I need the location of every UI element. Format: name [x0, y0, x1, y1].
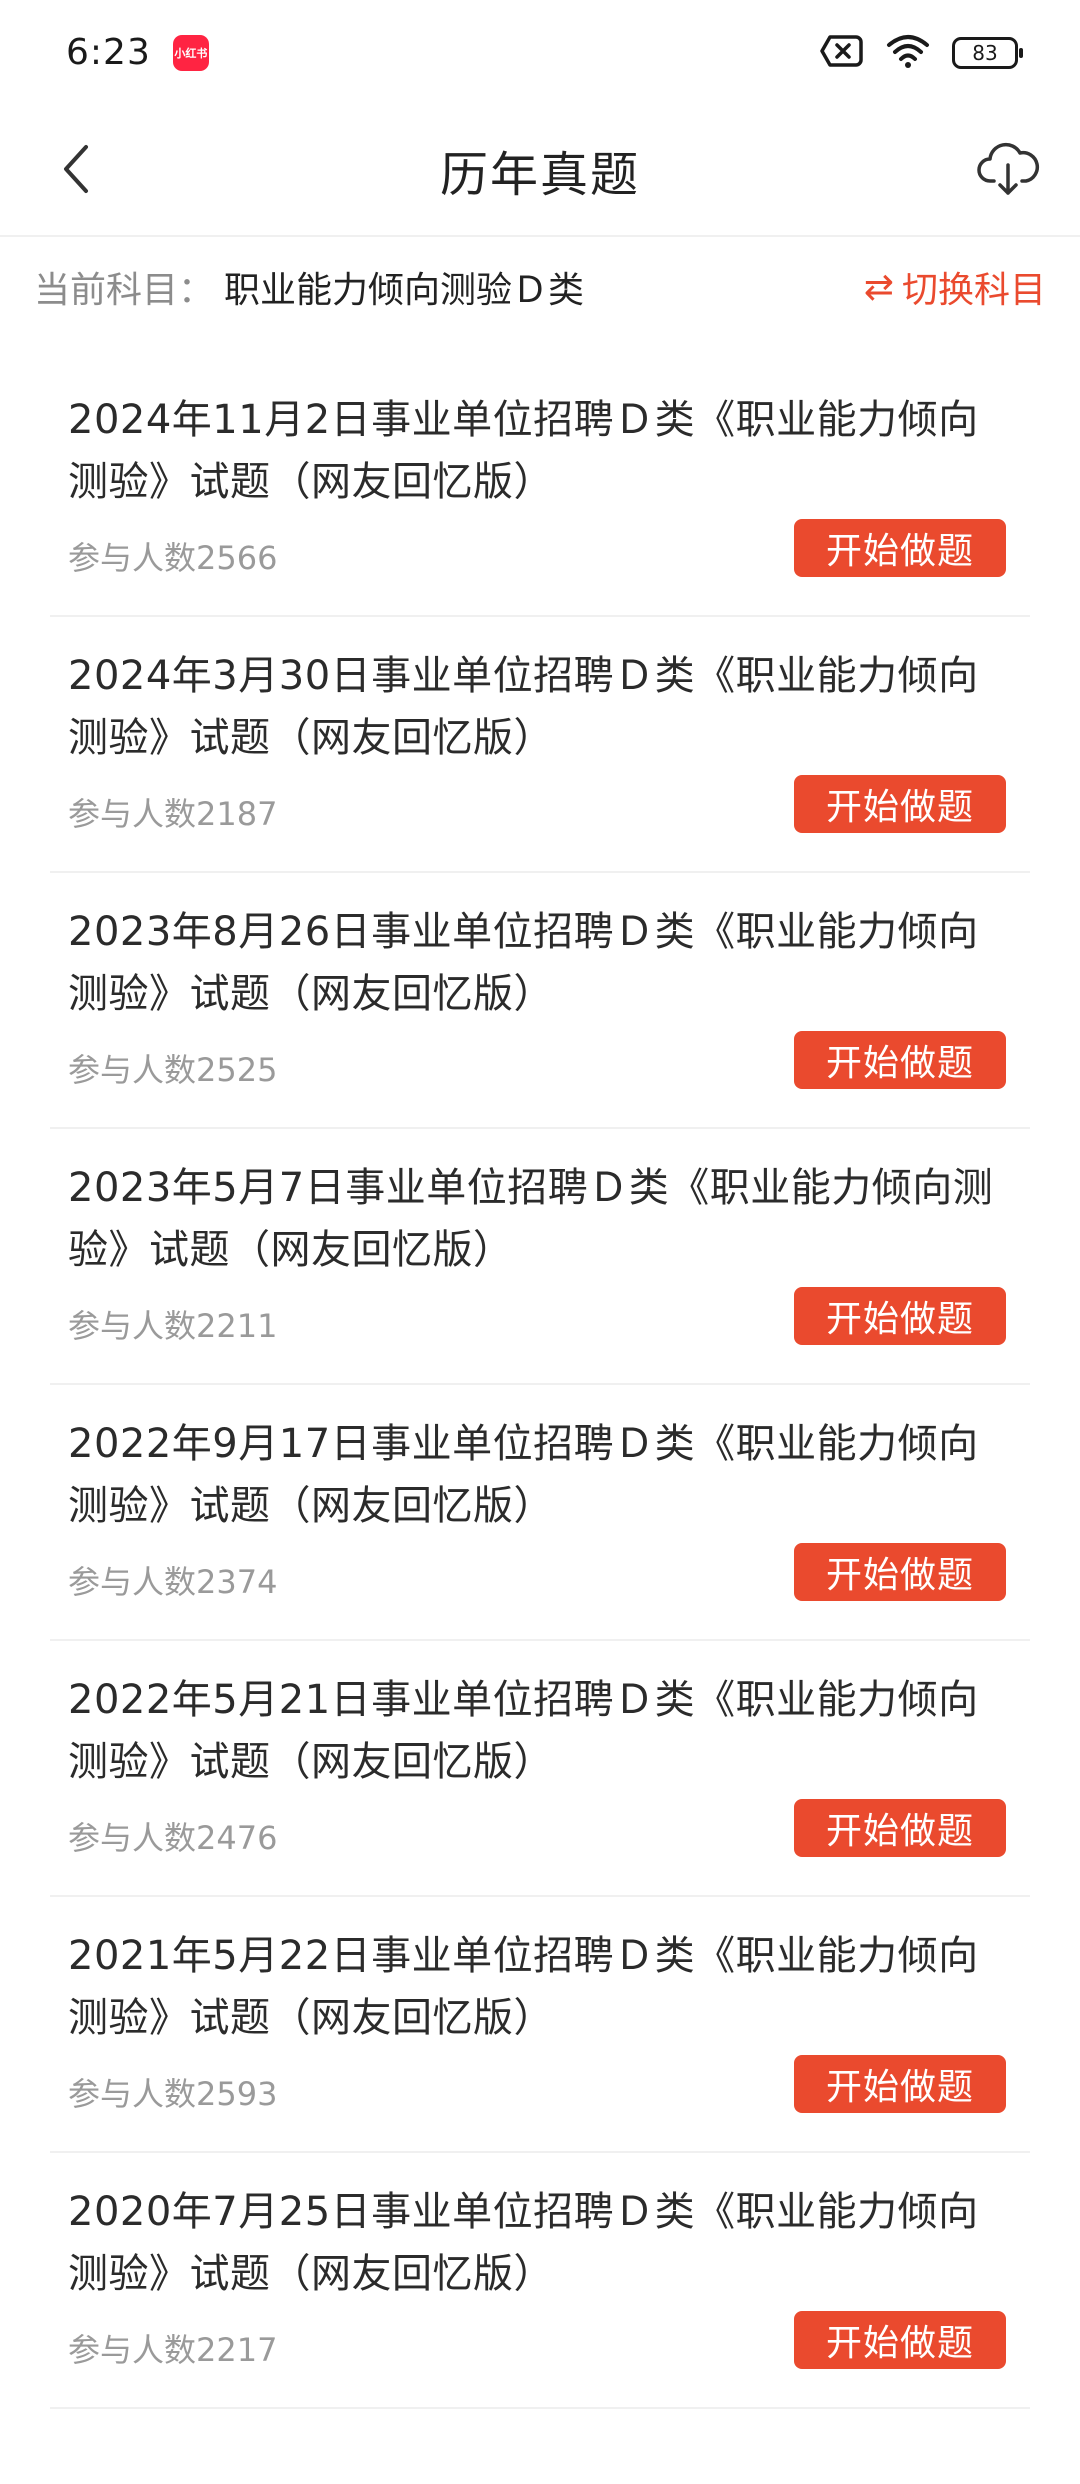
start-practice-button[interactable]: 开始做题 [794, 1799, 1006, 1857]
list-item[interactable]: 2023年8月26日事业单位招聘Ｄ类《职业能力倾向测验》试题（网友回忆版） 参与… [50, 873, 1030, 1129]
status-icons: 83 [820, 0, 1023, 105]
current-subject-bar: 当前科目： 职业能力倾向测验Ｄ类 ⇄ 切换科目 [0, 237, 1080, 337]
status-time: 6:23 [66, 32, 151, 73]
exam-title: 2024年11月2日事业单位招聘Ｄ类《职业能力倾向测验》试题（网友回忆版） [68, 397, 979, 505]
participants-count: 参与人数2217 [68, 2331, 278, 2369]
list-item[interactable]: 2021年5月22日事业单位招聘Ｄ类《职业能力倾向测验》试题（网友回忆版） 参与… [50, 1897, 1030, 2153]
navigation-bar: 历年真题 [0, 105, 1080, 237]
exam-title: 2022年5月21日事业单位招聘Ｄ类《职业能力倾向测验》试题（网友回忆版） [68, 1677, 979, 1785]
current-subject-value: 职业能力倾向测验Ｄ类 [224, 270, 585, 311]
exam-title: 2023年5月7日事业单位招聘Ｄ类《职业能力倾向测验》试题（网友回忆版） [68, 1165, 994, 1273]
start-practice-button[interactable]: 开始做题 [794, 1031, 1006, 1089]
start-practice-button[interactable]: 开始做题 [794, 519, 1006, 577]
download-button[interactable] [966, 129, 1050, 213]
chevron-left-icon [58, 141, 94, 201]
current-subject-label: 当前科目： [34, 270, 215, 311]
no-sim-icon [820, 34, 864, 72]
participants-count: 参与人数2525 [68, 1051, 278, 1089]
participants-count: 参与人数2566 [68, 539, 278, 577]
battery-icon: 83 [952, 36, 1023, 69]
back-button[interactable] [40, 135, 112, 207]
start-practice-button[interactable]: 开始做题 [794, 1543, 1006, 1601]
start-practice-button[interactable]: 开始做题 [794, 775, 1006, 833]
participants-count: 参与人数2374 [68, 1563, 278, 1601]
wifi-icon [886, 33, 930, 73]
participants-count: 参与人数2593 [68, 2075, 278, 2113]
start-practice-button[interactable]: 开始做题 [794, 2055, 1006, 2113]
exam-list: 2024年11月2日事业单位招聘Ｄ类《职业能力倾向测验》试题（网友回忆版） 参与… [0, 361, 1080, 2409]
app-notification-icon: 小红书 [172, 34, 209, 71]
exam-title: 2024年3月30日事业单位招聘Ｄ类《职业能力倾向测验》试题（网友回忆版） [68, 653, 979, 761]
list-item[interactable]: 2020年7月25日事业单位招聘Ｄ类《职业能力倾向测验》试题（网友回忆版） 参与… [50, 2153, 1030, 2409]
switch-subject-label: 切换科目 [901, 270, 1046, 311]
switch-subject-button[interactable]: ⇄ 切换科目 [864, 237, 1046, 337]
participants-count: 参与人数2476 [68, 1819, 278, 1857]
list-item[interactable]: 2022年9月17日事业单位招聘Ｄ类《职业能力倾向测验》试题（网友回忆版） 参与… [50, 1385, 1030, 1641]
list-item[interactable]: 2024年11月2日事业单位招聘Ｄ类《职业能力倾向测验》试题（网友回忆版） 参与… [50, 361, 1030, 617]
start-practice-button[interactable]: 开始做题 [794, 1287, 1006, 1345]
swap-arrows-icon: ⇄ [863, 266, 894, 308]
exam-title: 2022年9月17日事业单位招聘Ｄ类《职业能力倾向测验》试题（网友回忆版） [68, 1421, 979, 1529]
exam-title: 2020年7月25日事业单位招聘Ｄ类《职业能力倾向测验》试题（网友回忆版） [68, 2189, 979, 2297]
participants-count: 参与人数2187 [68, 795, 278, 833]
exam-title: 2023年8月26日事业单位招聘Ｄ类《职业能力倾向测验》试题（网友回忆版） [68, 909, 979, 1017]
list-item[interactable]: 2024年3月30日事业单位招聘Ｄ类《职业能力倾向测验》试题（网友回忆版） 参与… [50, 617, 1030, 873]
exam-title: 2021年5月22日事业单位招聘Ｄ类《职业能力倾向测验》试题（网友回忆版） [68, 1933, 979, 2041]
page-title: 历年真题 [439, 147, 640, 203]
participants-count: 参与人数2211 [68, 1307, 278, 1345]
list-item[interactable]: 2022年5月21日事业单位招聘Ｄ类《职业能力倾向测验》试题（网友回忆版） 参与… [50, 1641, 1030, 1897]
status-bar: 6:23 小红书 83 [0, 0, 1080, 105]
start-practice-button[interactable]: 开始做题 [794, 2311, 1006, 2369]
list-item[interactable]: 2023年5月7日事业单位招聘Ｄ类《职业能力倾向测验》试题（网友回忆版） 参与人… [50, 1129, 1030, 1385]
cloud-download-icon [976, 137, 1040, 205]
